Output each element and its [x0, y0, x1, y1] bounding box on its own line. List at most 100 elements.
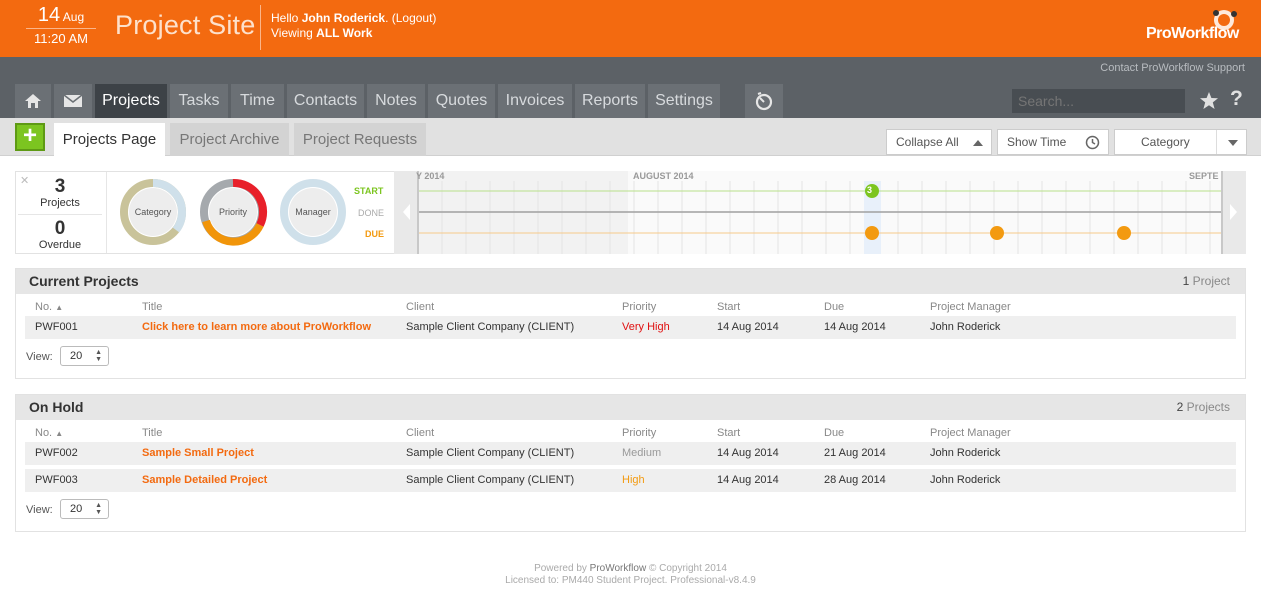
- project-count: 1 Project: [1182, 274, 1230, 288]
- col-client[interactable]: Client: [406, 301, 434, 313]
- priority-value: Very High: [622, 321, 670, 333]
- tab-project-requests[interactable]: Project Requests: [294, 123, 426, 156]
- projects-label: Projects: [40, 197, 80, 209]
- col-start[interactable]: Start: [717, 301, 740, 313]
- help-icon[interactable]: ?: [1230, 87, 1243, 111]
- category-select[interactable]: Category: [1114, 129, 1247, 155]
- col-start[interactable]: Start: [717, 427, 740, 439]
- timeline-month-current: AUGUST 2014: [633, 171, 694, 181]
- priority-donut-chart[interactable]: Priority: [198, 177, 268, 247]
- mail-icon: [63, 94, 83, 107]
- col-priority[interactable]: Priority: [622, 301, 656, 313]
- col-manager[interactable]: Project Manager: [930, 301, 1011, 313]
- add-project-button[interactable]: +: [15, 123, 45, 151]
- priority-donut-label: Priority: [219, 207, 248, 217]
- overdue-count: 0: [54, 218, 66, 239]
- category-donut-chart[interactable]: Category: [118, 177, 188, 247]
- timeline-month-next: SEPTE: [1189, 171, 1219, 181]
- user-greeting: Hello John Roderick. (Logout) Viewing AL…: [271, 11, 437, 40]
- priority-value: High: [622, 474, 645, 486]
- overdue-label: Overdue: [38, 239, 82, 251]
- project-title-link[interactable]: Sample Detailed Project: [142, 474, 267, 486]
- tab-tasks[interactable]: Tasks: [170, 84, 228, 118]
- user-name: John Roderick: [301, 11, 386, 25]
- view-count-control: View: 20 ▲ ▼: [16, 343, 1245, 373]
- current-projects-header[interactable]: Current Projects 1 Project: [16, 269, 1245, 294]
- mail-tab[interactable]: [54, 84, 92, 118]
- collapse-all-button[interactable]: Collapse All: [886, 129, 992, 155]
- site-title: Project Site: [115, 10, 256, 40]
- timeline-month-prev: Y 2014: [416, 171, 445, 181]
- timeline-grid: [403, 171, 1237, 254]
- manager-donut-chart[interactable]: Manager: [278, 177, 348, 247]
- timeline-due-label: DUE: [365, 229, 385, 239]
- priority-value: Medium: [622, 447, 662, 459]
- tab-notes[interactable]: Notes: [367, 84, 425, 118]
- col-client[interactable]: Client: [406, 427, 434, 439]
- col-no[interactable]: No. ▲: [35, 301, 63, 313]
- on-hold-panel: On Hold 2 Projects No. ▲ Title Client Pr…: [15, 394, 1246, 532]
- header-divider: [260, 5, 261, 50]
- current-time: 11:20 AM: [34, 31, 88, 46]
- table-row[interactable]: PWF003 Sample Detailed Project Sample Cl…: [25, 469, 1236, 492]
- star-icon[interactable]: [1199, 91, 1219, 110]
- tab-projects-page[interactable]: Projects Page: [54, 123, 165, 156]
- col-manager[interactable]: Project Manager: [930, 427, 1011, 439]
- col-title[interactable]: Title: [142, 301, 162, 313]
- tab-time[interactable]: Time: [231, 84, 284, 118]
- tab-invoices[interactable]: Invoices: [498, 84, 572, 118]
- section-title: On Hold: [29, 399, 84, 415]
- date-day: 14: [37, 4, 61, 26]
- project-title-link[interactable]: Sample Small Project: [142, 447, 254, 459]
- timer-button[interactable]: [745, 84, 783, 118]
- clock-icon: [1085, 135, 1100, 150]
- chevron-down-icon: [1228, 140, 1238, 146]
- project-count: 2 Projects: [1176, 400, 1230, 414]
- tab-projects[interactable]: Projects: [95, 84, 167, 118]
- tab-settings[interactable]: Settings: [648, 84, 720, 118]
- projects-count: 3: [54, 176, 66, 197]
- stopwatch-icon: [755, 92, 773, 111]
- page-footer: Powered by ProWorkflow © Copyright 2014 …: [0, 563, 1261, 587]
- home-icon: [25, 94, 41, 108]
- search-input[interactable]: [1012, 89, 1185, 113]
- col-no[interactable]: No. ▲: [35, 427, 63, 439]
- date-month: Aug: [62, 10, 85, 24]
- col-priority[interactable]: Priority: [622, 427, 656, 439]
- tab-project-archive[interactable]: Project Archive: [170, 123, 289, 156]
- timeline-done-label: DONE: [358, 208, 385, 218]
- timeline-chart[interactable]: Y 2014 AUGUST 2014 SEPTE 3: [394, 171, 1246, 254]
- view-count-select[interactable]: 20 ▲ ▼: [60, 499, 109, 519]
- tab-contacts[interactable]: Contacts: [287, 84, 364, 118]
- license-text: Licensed to: PM440 Student Project. Prof…: [505, 575, 756, 586]
- col-due[interactable]: Due: [824, 301, 844, 313]
- date-widget: 14 Aug 11:20 AM: [26, 5, 96, 47]
- viewing-filter[interactable]: ALL Work: [316, 26, 372, 40]
- section-title: Current Projects: [29, 273, 139, 289]
- project-title-link[interactable]: Click here to learn more about ProWorkfl…: [142, 321, 371, 333]
- view-count-control: View: 20 ▲ ▼: [16, 496, 1245, 526]
- tab-quotes[interactable]: Quotes: [428, 84, 495, 118]
- support-link[interactable]: Contact ProWorkflow Support: [1100, 62, 1245, 74]
- logout-link[interactable]: . (Logout): [385, 11, 436, 25]
- tab-reports[interactable]: Reports: [575, 84, 645, 118]
- on-hold-header[interactable]: On Hold 2 Projects: [16, 395, 1245, 420]
- table-row[interactable]: PWF001 Click here to learn more about Pr…: [25, 316, 1236, 339]
- table-header: No. ▲ Title Client Priority Start Due Pr…: [16, 294, 1245, 316]
- proworkflow-logo[interactable]: ProWorkflow: [1146, 8, 1246, 48]
- manager-donut-label: Manager: [295, 207, 331, 217]
- table-row[interactable]: PWF002 Sample Small Project Sample Clien…: [25, 442, 1236, 465]
- col-title[interactable]: Title: [142, 427, 162, 439]
- timeline-start-label: START: [354, 186, 384, 196]
- home-tab[interactable]: [15, 84, 51, 118]
- show-time-button[interactable]: Show Time: [997, 129, 1109, 155]
- current-projects-panel: Current Projects 1 Project No. ▲ Title C…: [15, 268, 1246, 379]
- logo-text: ProWorkflow: [1146, 25, 1239, 42]
- project-counts: 3 Projects 0 Overdue: [18, 172, 102, 253]
- view-count-select[interactable]: 20 ▲ ▼: [60, 346, 109, 366]
- footer-brand-link[interactable]: ProWorkflow: [590, 563, 647, 574]
- caret-up-icon: [973, 140, 983, 146]
- table-header: No. ▲ Title Client Priority Start Due Pr…: [16, 420, 1245, 442]
- category-donut-label: Category: [135, 207, 172, 217]
- col-due[interactable]: Due: [824, 427, 844, 439]
